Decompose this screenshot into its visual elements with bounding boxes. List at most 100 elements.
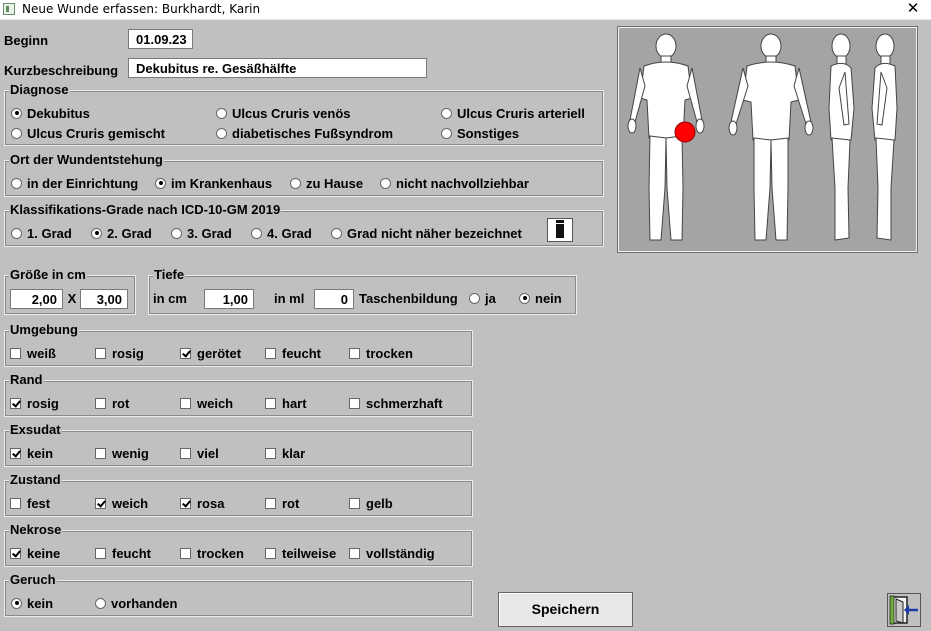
radio[interactable] xyxy=(95,597,106,609)
body-map-panel[interactable] xyxy=(617,26,918,253)
close-button[interactable]: ✕ xyxy=(901,0,925,19)
rand-check-weich[interactable]: weich xyxy=(180,395,233,411)
checkbox[interactable] xyxy=(95,347,106,359)
radio[interactable] xyxy=(171,227,182,239)
checkbox-checked[interactable] xyxy=(180,497,191,509)
checkbox[interactable] xyxy=(95,447,106,459)
geruch-group: Geruch kein vorhanden xyxy=(4,573,473,617)
diagnose-option-ulcus-arteriell[interactable]: Ulcus Cruris arteriell xyxy=(441,105,585,121)
checkbox[interactable] xyxy=(10,347,21,359)
checkbox[interactable] xyxy=(349,347,360,359)
groesse-breite-field[interactable]: 2,00 xyxy=(10,289,63,309)
zustand-check-weich[interactable]: weich xyxy=(95,495,148,511)
checkbox-checked[interactable] xyxy=(95,497,106,509)
checkbox[interactable] xyxy=(265,447,276,459)
checkbox[interactable] xyxy=(180,397,191,409)
umgebung-check-rosig[interactable]: rosig xyxy=(95,345,144,361)
ort-option-einrichtung[interactable]: in der Einrichtung xyxy=(11,175,138,191)
radio[interactable] xyxy=(11,127,22,139)
radio-selected[interactable] xyxy=(519,292,530,304)
tiefe-group: Tiefe in cm 1,00 in ml 0 Taschenbildung … xyxy=(148,268,577,315)
radio[interactable] xyxy=(380,177,391,189)
diagnose-option-diabetisches-fusssyndrom[interactable]: diabetisches Fußsyndrom xyxy=(216,125,393,141)
umgebung-check-trocken[interactable]: trocken xyxy=(349,345,413,361)
checkbox[interactable] xyxy=(265,497,276,509)
exsudat-check-klar[interactable]: klar xyxy=(265,445,305,461)
radio-selected[interactable] xyxy=(11,597,22,609)
checkbox[interactable] xyxy=(265,347,276,359)
nekrose-check-teilweise[interactable]: teilweise xyxy=(265,545,345,561)
radio[interactable] xyxy=(11,177,22,189)
geruch-option-vorhanden[interactable]: vorhanden xyxy=(95,595,177,611)
taschenbildung-option-ja[interactable]: ja xyxy=(469,290,496,306)
nekrose-check-feucht[interactable]: feucht xyxy=(95,545,151,561)
rand-check-hart[interactable]: hart xyxy=(265,395,307,411)
checkbox[interactable] xyxy=(349,497,360,509)
nekrose-check-keine[interactable]: keine xyxy=(10,545,60,561)
checkbox-checked[interactable] xyxy=(10,547,21,559)
groesse-laenge-field[interactable]: 3,00 xyxy=(80,289,128,309)
grad-option-1[interactable]: 1. Grad xyxy=(11,225,72,241)
diagnose-option-ulcus-venoes[interactable]: Ulcus Cruris venös xyxy=(216,105,351,121)
tiefe-ml-field[interactable]: 0 xyxy=(314,289,354,309)
radio[interactable] xyxy=(331,227,342,239)
checkbox[interactable] xyxy=(95,547,106,559)
grad-option-3[interactable]: 3. Grad xyxy=(171,225,232,241)
exsudat-check-wenig[interactable]: wenig xyxy=(95,445,149,461)
checkbox-checked[interactable] xyxy=(180,347,191,359)
info-icon[interactable] xyxy=(547,218,573,242)
exit-door-icon[interactable] xyxy=(887,593,921,627)
radio[interactable] xyxy=(11,227,22,239)
radio-selected[interactable] xyxy=(155,177,166,189)
checkbox[interactable] xyxy=(180,547,191,559)
checkbox[interactable] xyxy=(349,397,360,409)
diagnose-option-sonstiges[interactable]: Sonstiges xyxy=(441,125,519,141)
checkbox[interactable] xyxy=(265,547,276,559)
zustand-check-rot[interactable]: rot xyxy=(265,495,299,511)
zustand-check-gelb[interactable]: gelb xyxy=(349,495,393,511)
radio[interactable] xyxy=(216,127,227,139)
checkbox[interactable] xyxy=(10,497,21,509)
tiefe-cm-field[interactable]: 1,00 xyxy=(204,289,254,309)
radio[interactable] xyxy=(441,127,452,139)
radio[interactable] xyxy=(251,227,262,239)
radio[interactable] xyxy=(290,177,301,189)
kurzbeschreibung-field[interactable]: Dekubitus re. Gesäßhälfte xyxy=(128,58,427,78)
umgebung-check-feucht[interactable]: feucht xyxy=(265,345,321,361)
radio[interactable] xyxy=(216,107,227,119)
grad-option-nicht-bezeichnet[interactable]: Grad nicht näher bezeichnet xyxy=(331,225,522,241)
checkbox[interactable] xyxy=(95,397,106,409)
beginn-date-field[interactable]: 01.09.23 xyxy=(128,29,193,49)
checkbox[interactable] xyxy=(265,397,276,409)
zustand-check-rosa[interactable]: rosa xyxy=(180,495,224,511)
ort-option-zu-hause[interactable]: zu Hause xyxy=(290,175,363,191)
radio-selected[interactable] xyxy=(91,227,102,239)
wound-marker[interactable] xyxy=(674,121,696,143)
checkbox[interactable] xyxy=(180,447,191,459)
radio[interactable] xyxy=(441,107,452,119)
diagnose-option-ulcus-gemischt[interactable]: Ulcus Cruris gemischt xyxy=(11,125,165,141)
grad-option-2[interactable]: 2. Grad xyxy=(91,225,152,241)
checkbox-checked[interactable] xyxy=(10,447,21,459)
umgebung-check-geroetet[interactable]: gerötet xyxy=(180,345,241,361)
radio-selected[interactable] xyxy=(11,107,22,119)
rand-check-rosig[interactable]: rosig xyxy=(10,395,59,411)
ort-option-nicht-nachvollziehbar[interactable]: nicht nachvollziehbar xyxy=(380,175,529,191)
exsudat-check-viel[interactable]: viel xyxy=(180,445,219,461)
grad-option-4[interactable]: 4. Grad xyxy=(251,225,312,241)
radio[interactable] xyxy=(469,292,480,304)
umgebung-check-weiss[interactable]: weiß xyxy=(10,345,56,361)
exsudat-check-kein[interactable]: kein xyxy=(10,445,53,461)
save-button[interactable]: Speichern xyxy=(498,592,633,627)
checkbox-checked[interactable] xyxy=(10,397,21,409)
geruch-option-kein[interactable]: kein xyxy=(11,595,53,611)
nekrose-check-trocken[interactable]: trocken xyxy=(180,545,244,561)
checkbox[interactable] xyxy=(349,547,360,559)
rand-check-rot[interactable]: rot xyxy=(95,395,129,411)
zustand-check-fest[interactable]: fest xyxy=(10,495,50,511)
diagnose-option-dekubitus[interactable]: Dekubitus xyxy=(11,105,90,121)
rand-check-schmerzhaft[interactable]: schmerzhaft xyxy=(349,395,443,411)
taschenbildung-option-nein[interactable]: nein xyxy=(519,290,562,306)
ort-option-krankenhaus[interactable]: im Krankenhaus xyxy=(155,175,272,191)
nekrose-check-vollstaendig[interactable]: vollständig xyxy=(349,545,435,561)
